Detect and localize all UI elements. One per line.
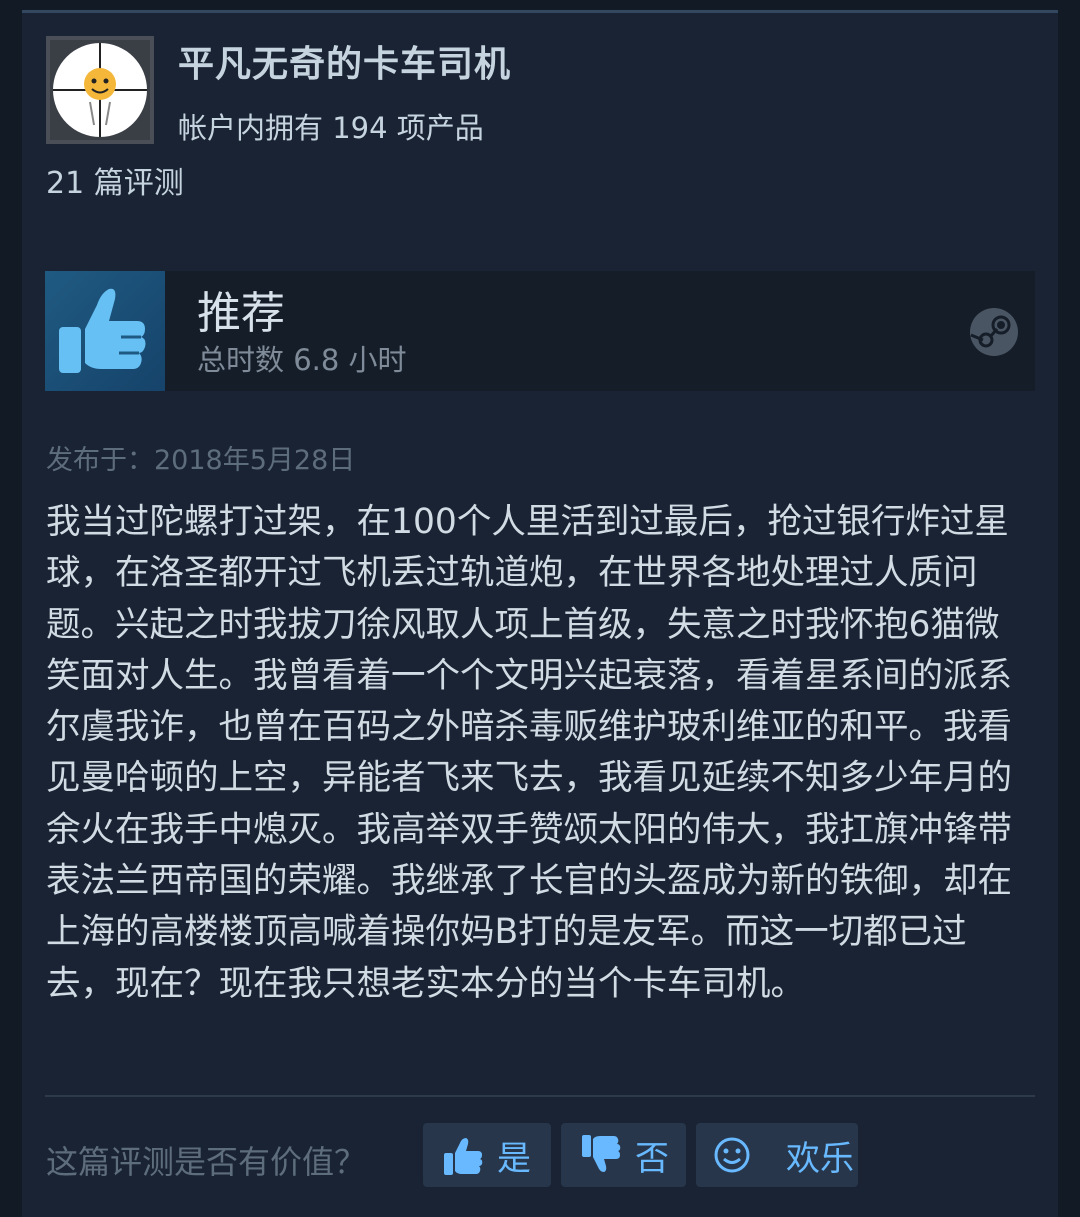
thumbs-up-icon bbox=[439, 1131, 487, 1179]
divider bbox=[45, 1095, 1035, 1097]
user-avatar[interactable] bbox=[46, 36, 154, 144]
thumbs-up-icon bbox=[59, 288, 146, 373]
vote-funny-label: 欢乐 bbox=[786, 1138, 854, 1179]
vote-no-label: 否 bbox=[635, 1138, 669, 1179]
avatar-image bbox=[50, 40, 150, 140]
thumbs-up-tile bbox=[45, 271, 165, 391]
vote-yes-button[interactable]: 是 bbox=[423, 1123, 551, 1187]
vote-no-button[interactable]: 否 bbox=[561, 1123, 686, 1187]
recommendation-box[interactable]: 推荐 总时数 6.8 小时 bbox=[45, 271, 1035, 391]
review-card: 平凡无奇的卡车司机 帐户内拥有 194 项产品 21 篇评测 推荐 总时数 6.… bbox=[22, 10, 1058, 1217]
review-page: 平凡无奇的卡车司机 帐户内拥有 194 项产品 21 篇评测 推荐 总时数 6.… bbox=[0, 0, 1080, 1217]
steam-logo-icon bbox=[970, 308, 1018, 356]
thumbs-down-icon bbox=[577, 1131, 625, 1179]
smiley-icon bbox=[712, 1135, 752, 1175]
review-text: 我当过陀螺打过架，在100个人里活到过最后，抢过银行炸过星球，在洛圣都开过飞机丢… bbox=[46, 502, 1012, 1004]
playtime-hours: 总时数 6.8 小时 bbox=[197, 343, 407, 377]
vote-yes-label: 是 bbox=[497, 1138, 531, 1179]
vote-funny-button[interactable]: 欢乐 bbox=[696, 1123, 858, 1187]
helpful-question: 这篇评测是否有价值？ bbox=[46, 1143, 367, 1181]
products-owned[interactable]: 帐户内拥有 194 项产品 bbox=[178, 105, 484, 147]
reviews-count[interactable]: 21 篇评测 bbox=[46, 158, 184, 202]
recommendation-label: 推荐 bbox=[197, 288, 285, 339]
author-name[interactable]: 平凡无奇的卡车司机 bbox=[178, 35, 511, 87]
posted-date: 发布于：2018年5月28日 bbox=[46, 445, 356, 476]
